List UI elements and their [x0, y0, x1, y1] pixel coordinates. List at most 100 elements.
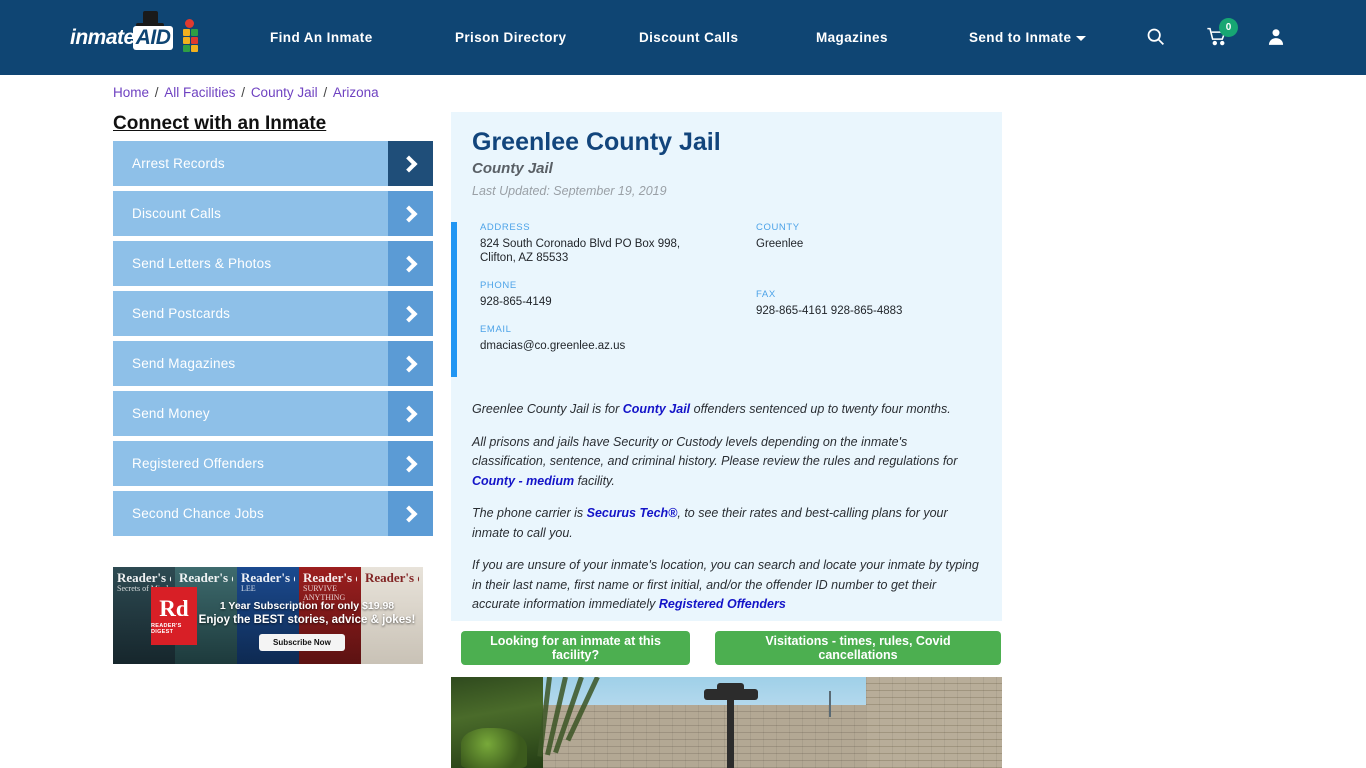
p1-text-a: Greenlee County Jail is for	[472, 402, 623, 416]
sidebar-item-send-postcards[interactable]: Send Postcards	[113, 291, 433, 336]
photo-distant-mast	[829, 691, 831, 717]
link-securus-tech[interactable]: Securus Tech®	[587, 506, 678, 520]
description-paragraph-3: The phone carrier is Securus Tech®, to s…	[472, 504, 984, 543]
ad-magazine-title: Reader's digest	[179, 570, 233, 585]
sidebar-item-send-letters-photos[interactable]: Send Letters & Photos	[113, 241, 433, 286]
field-label: EMAIL	[480, 324, 512, 335]
advertisement-banner[interactable]: Reader's digestSecrets of Mind Reader's …	[113, 567, 423, 664]
sidebar-title: Connect with an Inmate	[113, 113, 327, 134]
cart-icon[interactable]: 0	[1206, 18, 1238, 52]
contact-column-left: ADDRESS 824 South Coronado Blvd PO Box 9…	[480, 222, 745, 368]
link-county-jail[interactable]: County Jail	[623, 402, 690, 416]
breadcrumb: Home / All Facilities / County Jail / Ar…	[113, 85, 379, 100]
nav-item-prison-directory[interactable]: Prison Directory	[455, 30, 566, 45]
field-label: ADDRESS	[480, 222, 531, 233]
site-logo[interactable]: inmateAID	[70, 11, 198, 59]
ad-headline: 1 Year Subscription for only $19.98	[219, 600, 395, 612]
visitations-button[interactable]: Visitations - times, rules, Covid cancel…	[715, 631, 1001, 665]
p2-text-b: facility.	[574, 473, 615, 488]
breadcrumb-separator: /	[151, 85, 163, 100]
link-registered-offenders[interactable]: Registered Offenders	[659, 597, 786, 611]
p1-text-b: offenders sentenced up to twenty four mo…	[690, 402, 951, 416]
nav-item-find-an-inmate[interactable]: Find An Inmate	[270, 30, 373, 45]
field-county: COUNTY Greenlee	[756, 222, 1001, 251]
field-email: EMAIL dmacias@co.greenlee.az.us	[480, 324, 745, 353]
description-paragraph-2: All prisons and jails have Security or C…	[472, 433, 984, 492]
breadcrumb-separator: /	[319, 85, 331, 100]
page-title: Greenlee County Jail	[472, 128, 721, 156]
address-line-1: 824 South Coronado Blvd PO Box 998,	[480, 238, 681, 250]
field-value: 928-865-4161 928-865-4883	[756, 305, 903, 317]
description-paragraph-1: Greenlee County Jail is for County Jail …	[472, 400, 984, 420]
sidebar-item-discount-calls[interactable]: Discount Calls	[113, 191, 433, 236]
sidebar-item-label: Send Magazines	[132, 356, 236, 371]
chevron-right-icon	[388, 391, 433, 436]
address-line-2: Clifton, AZ 85533	[480, 252, 569, 264]
field-phone: PHONE 928-865-4149	[480, 280, 745, 309]
breadcrumb-separator: /	[237, 85, 249, 100]
find-inmate-button[interactable]: Looking for an inmate at this facility?	[461, 631, 690, 665]
last-updated-text: Last Updated: September 19, 2019	[472, 184, 667, 198]
p3-text-a: The phone carrier is	[472, 506, 587, 520]
sidebar-item-label: Arrest Records	[132, 156, 225, 171]
sidebar-item-second-chance-jobs[interactable]: Second Chance Jobs	[113, 491, 433, 536]
facility-description: Greenlee County Jail is for County Jail …	[472, 400, 984, 628]
sidebar-item-label: Send Letters & Photos	[132, 256, 272, 271]
ad-magazine-sub: LEE	[241, 584, 256, 593]
sidebar-item-label: Registered Offenders	[132, 456, 265, 471]
chevron-right-icon	[388, 241, 433, 286]
site-header: inmateAID Find An Inmate Prison Director…	[0, 0, 1366, 75]
facility-info-card: Greenlee County Jail County Jail Last Up…	[451, 112, 1002, 621]
chevron-right-icon	[388, 291, 433, 336]
description-paragraph-4: If you are unsure of your inmate's locat…	[472, 556, 984, 615]
accent-bar	[451, 222, 457, 377]
chevron-right-icon	[388, 141, 433, 186]
photo-light-pole	[727, 691, 734, 768]
facility-contact-block: ADDRESS 824 South Coronado Blvd PO Box 9…	[451, 222, 1002, 377]
sidebar-item-label: Send Postcards	[132, 306, 231, 321]
sidebar-menu: Arrest Records Discount Calls Send Lette…	[113, 141, 433, 541]
field-value: 928-865-4149	[480, 296, 552, 308]
facility-type: County Jail	[472, 160, 553, 177]
contact-column-right: COUNTY Greenlee FAX 928-865-4161 928-865…	[756, 222, 1001, 333]
link-county-medium[interactable]: County - medium	[472, 474, 574, 488]
nav-item-discount-calls[interactable]: Discount Calls	[639, 30, 738, 45]
nav-item-magazines[interactable]: Magazines	[816, 30, 888, 45]
nav-item-send-to-inmate[interactable]: Send to Inmate	[969, 30, 1087, 45]
breadcrumb-item-all-facilities[interactable]: All Facilities	[164, 85, 235, 100]
logo-accent: AID	[132, 26, 174, 50]
field-value: 824 South Coronado Blvd PO Box 998, Clif…	[480, 237, 745, 265]
ad-subheadline: Enjoy the BEST stories, advice & jokes!	[198, 614, 416, 626]
sidebar-item-send-magazines[interactable]: Send Magazines	[113, 341, 433, 386]
field-address: ADDRESS 824 South Coronado Blvd PO Box 9…	[480, 222, 745, 265]
nav-item-send-to-inmate-label: Send to Inmate	[969, 30, 1072, 45]
breadcrumb-item-county-jail[interactable]: County Jail	[251, 85, 318, 100]
sidebar-item-label: Send Money	[132, 406, 210, 421]
photo-shrub	[461, 728, 527, 768]
sidebar-item-registered-offenders[interactable]: Registered Offenders	[113, 441, 433, 486]
rd-monogram: Rd	[159, 596, 189, 621]
field-label: PHONE	[480, 280, 517, 291]
field-value: Greenlee	[756, 238, 804, 250]
sidebar-item-arrest-records[interactable]: Arrest Records	[113, 141, 433, 186]
cart-count-badge: 0	[1219, 18, 1238, 37]
facility-photo	[451, 677, 1002, 768]
chevron-down-icon	[1076, 35, 1087, 41]
photo-lamp-top	[717, 683, 744, 691]
ad-subscribe-button[interactable]: Subscribe Now	[259, 634, 345, 651]
sidebar-item-send-money[interactable]: Send Money	[113, 391, 433, 436]
chevron-right-icon	[388, 441, 433, 486]
photo-stone-wall-right	[866, 677, 1002, 768]
logo-text: inmateAID	[70, 26, 174, 50]
user-icon[interactable]	[1266, 26, 1286, 52]
breadcrumb-item-arizona[interactable]: Arizona	[333, 85, 379, 100]
sidebar-item-label: Second Chance Jobs	[132, 506, 264, 521]
breadcrumb-item-home[interactable]: Home	[113, 85, 149, 100]
search-icon[interactable]	[1145, 26, 1166, 52]
field-fax: FAX 928-865-4161 928-865-4883	[756, 289, 1001, 318]
chevron-right-icon	[388, 491, 433, 536]
field-label: FAX	[756, 289, 776, 300]
confetti-icon	[182, 19, 198, 55]
field-value: dmacias@co.greenlee.az.us	[480, 340, 626, 352]
p2-text-a: All prisons and jails have Security or C…	[472, 434, 958, 469]
